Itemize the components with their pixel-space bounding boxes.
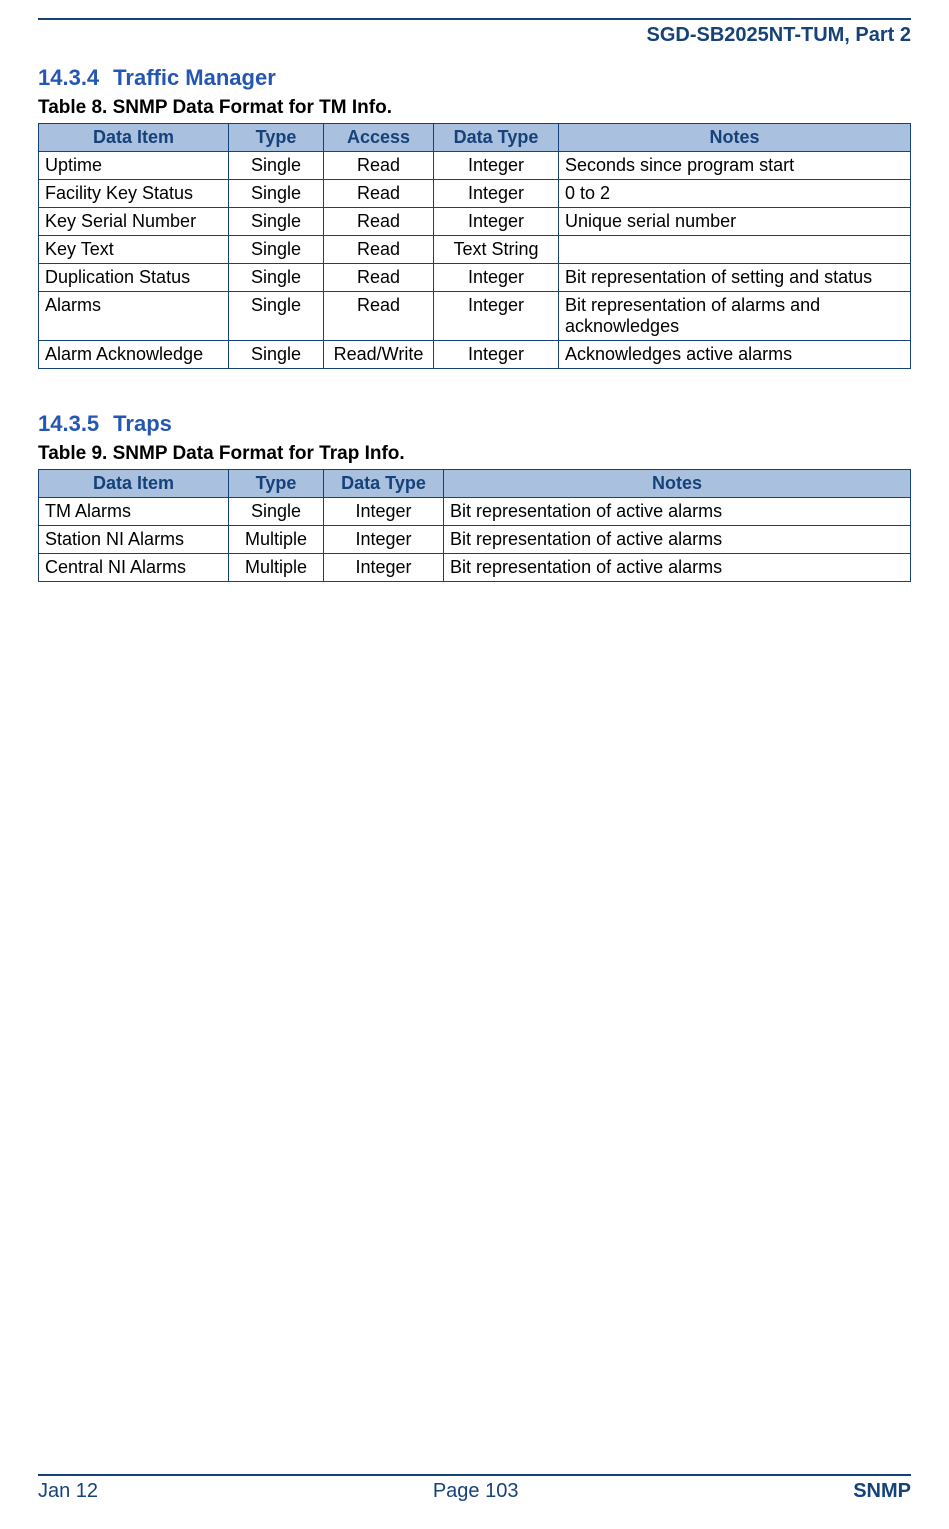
footer-date: Jan 12: [38, 1480, 98, 1503]
cell-notes: Seconds since program start: [559, 152, 911, 180]
cell-dtype: Integer: [434, 341, 559, 369]
cell-item: Key Text: [39, 236, 229, 264]
document-id: SGD-SB2025NT-TUM, Part 2: [38, 20, 911, 51]
table-row: Key Serial Number Single Read Integer Un…: [39, 208, 911, 236]
col-header: Notes: [559, 124, 911, 152]
col-header: Data Item: [39, 470, 229, 498]
cell-type: Single: [229, 292, 324, 341]
col-header: Access: [324, 124, 434, 152]
cell-access: Read: [324, 152, 434, 180]
cell-type: Single: [229, 341, 324, 369]
col-header: Data Type: [324, 470, 444, 498]
cell-dtype: Integer: [434, 264, 559, 292]
cell-type: Single: [229, 208, 324, 236]
section-title: Traffic Manager: [113, 65, 276, 90]
section-number: 14.3.5: [38, 411, 99, 436]
col-header: Notes: [444, 470, 911, 498]
cell-item: Facility Key Status: [39, 180, 229, 208]
table-row: Facility Key Status Single Read Integer …: [39, 180, 911, 208]
cell-notes: Acknowledges active alarms: [559, 341, 911, 369]
table-tm-info: Data Item Type Access Data Type Notes Up…: [38, 123, 911, 369]
cell-access: Read: [324, 236, 434, 264]
cell-item: Alarms: [39, 292, 229, 341]
table-caption-8: Table 8. SNMP Data Format for TM Info.: [38, 97, 911, 119]
col-header: Data Item: [39, 124, 229, 152]
cell-item: Duplication Status: [39, 264, 229, 292]
cell-type: Multiple: [229, 554, 324, 582]
cell-item: Station NI Alarms: [39, 526, 229, 554]
cell-dtype: Integer: [434, 292, 559, 341]
cell-notes: Bit representation of active alarms: [444, 526, 911, 554]
page-footer: Jan 12 Page 103 SNMP: [38, 1474, 911, 1503]
table-caption-9: Table 9. SNMP Data Format for Trap Info.: [38, 443, 911, 465]
col-header: Type: [229, 124, 324, 152]
table-row: Key Text Single Read Text String: [39, 236, 911, 264]
cell-notes: Unique serial number: [559, 208, 911, 236]
table-header-row: Data Item Type Access Data Type Notes: [39, 124, 911, 152]
cell-dtype: Integer: [324, 554, 444, 582]
table-row: TM Alarms Single Integer Bit representat…: [39, 498, 911, 526]
table-row: Duplication Status Single Read Integer B…: [39, 264, 911, 292]
cell-type: Single: [229, 152, 324, 180]
cell-access: Read/Write: [324, 341, 434, 369]
cell-access: Read: [324, 264, 434, 292]
cell-type: Single: [229, 180, 324, 208]
cell-item: Uptime: [39, 152, 229, 180]
table-header-row: Data Item Type Data Type Notes: [39, 470, 911, 498]
section-title: Traps: [113, 411, 172, 436]
cell-item: Central NI Alarms: [39, 554, 229, 582]
cell-notes: Bit representation of active alarms: [444, 498, 911, 526]
cell-dtype: Integer: [434, 208, 559, 236]
cell-type: Single: [229, 498, 324, 526]
cell-item: Key Serial Number: [39, 208, 229, 236]
table-row: Station NI Alarms Multiple Integer Bit r…: [39, 526, 911, 554]
section-heading-traffic-manager: 14.3.4 Traffic Manager: [38, 65, 911, 91]
cell-access: Read: [324, 292, 434, 341]
table-trap-info: Data Item Type Data Type Notes TM Alarms…: [38, 469, 911, 582]
cell-access: Read: [324, 180, 434, 208]
cell-notes: [559, 236, 911, 264]
table-row: Alarms Single Read Integer Bit represent…: [39, 292, 911, 341]
col-header: Data Type: [434, 124, 559, 152]
cell-dtype: Text String: [434, 236, 559, 264]
cell-type: Multiple: [229, 526, 324, 554]
section-number: 14.3.4: [38, 65, 99, 90]
table-row: Central NI Alarms Multiple Integer Bit r…: [39, 554, 911, 582]
cell-notes: 0 to 2: [559, 180, 911, 208]
cell-access: Read: [324, 208, 434, 236]
cell-dtype: Integer: [324, 498, 444, 526]
cell-notes: Bit representation of active alarms: [444, 554, 911, 582]
section-heading-traps: 14.3.5 Traps: [38, 411, 911, 437]
table-row: Alarm Acknowledge Single Read/Write Inte…: [39, 341, 911, 369]
footer-rule: [38, 1474, 911, 1476]
cell-notes: Bit representation of alarms and acknowl…: [559, 292, 911, 341]
footer-page: Page 103: [433, 1480, 519, 1503]
cell-type: Single: [229, 264, 324, 292]
footer-section: SNMP: [853, 1480, 911, 1503]
table-row: Uptime Single Read Integer Seconds since…: [39, 152, 911, 180]
col-header: Type: [229, 470, 324, 498]
cell-notes: Bit representation of setting and status: [559, 264, 911, 292]
cell-dtype: Integer: [324, 526, 444, 554]
cell-type: Single: [229, 236, 324, 264]
cell-item: TM Alarms: [39, 498, 229, 526]
cell-dtype: Integer: [434, 152, 559, 180]
cell-dtype: Integer: [434, 180, 559, 208]
cell-item: Alarm Acknowledge: [39, 341, 229, 369]
